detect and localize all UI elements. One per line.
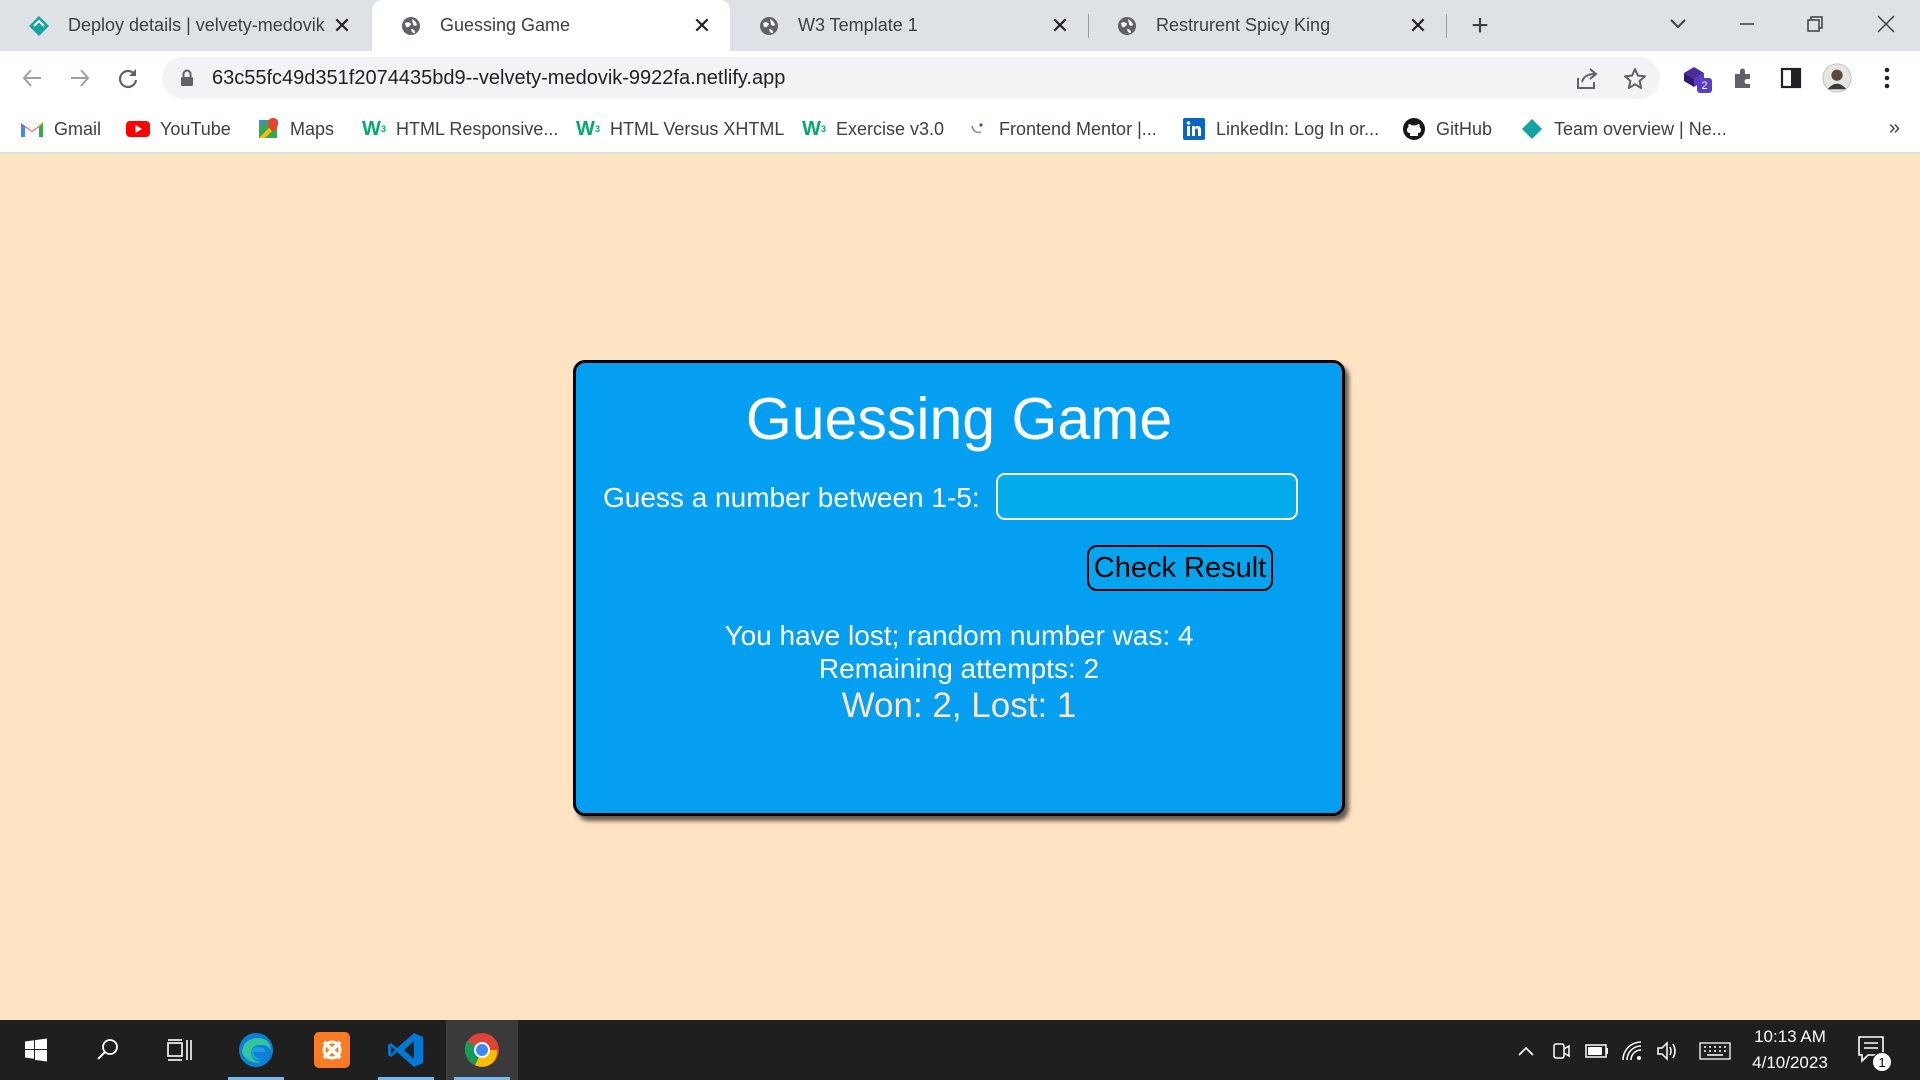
score-message: Won: 2, Lost: 1 xyxy=(841,686,1077,725)
check-result-button[interactable]: Check Result xyxy=(1087,545,1273,591)
bookmark-linkedin[interactable]: LinkedIn: Log In or... xyxy=(1182,116,1379,142)
xampp-icon[interactable] xyxy=(296,1020,368,1080)
bookmark-star-icon[interactable] xyxy=(1622,66,1648,92)
tab-guessing-game[interactable]: Guessing Game ✕ xyxy=(372,0,730,51)
bookmark-label: Gmail xyxy=(54,118,102,139)
page-content: Guessing Game Guess a number between 1-5… xyxy=(0,154,1920,1020)
bookmark-label: Maps xyxy=(290,118,335,139)
bookmark-label: Frontend Mentor |... xyxy=(999,118,1157,139)
bookmark-label: GitHub xyxy=(1436,118,1493,139)
guess-input[interactable] xyxy=(996,473,1298,520)
remaining-attempts-message: Remaining attempts: 2 xyxy=(818,653,1100,684)
bookmark-label: YouTube xyxy=(160,118,231,139)
meet-now-icon[interactable] xyxy=(1548,1038,1574,1064)
bookmark-label: Exercise v3.0 xyxy=(836,118,945,139)
kebab-menu-icon[interactable] xyxy=(1872,63,1902,93)
bookmark-github[interactable]: GitHub xyxy=(1402,116,1492,142)
globe-icon xyxy=(758,15,780,37)
globe-icon xyxy=(400,15,422,37)
share-icon[interactable] xyxy=(1574,66,1600,92)
profile-avatar[interactable] xyxy=(1822,63,1852,93)
globe-icon xyxy=(1116,15,1138,37)
game-title: Guessing Game xyxy=(745,386,1173,452)
edge-icon[interactable] xyxy=(220,1020,292,1080)
github-icon xyxy=(1402,117,1426,141)
bookmark-gmail[interactable]: Gmail xyxy=(20,116,101,142)
bookmark-label: LinkedIn: Log In or... xyxy=(1216,118,1380,139)
bookmark-label: HTML Versus XHTML xyxy=(610,118,785,139)
new-tab-button[interactable]: + xyxy=(1466,9,1494,42)
minimize-icon[interactable] xyxy=(1727,6,1767,42)
w3schools-icon: W3 xyxy=(362,117,386,140)
bookmarks-overflow-icon[interactable]: » xyxy=(1889,117,1900,140)
forward-arrow-icon[interactable] xyxy=(63,61,97,95)
extension-gem-icon[interactable]: 2 xyxy=(1680,63,1712,93)
notification-count-badge: 1 xyxy=(1872,1052,1892,1072)
linkedin-icon xyxy=(1182,117,1206,141)
bookmark-youtube[interactable]: YouTube xyxy=(126,116,231,142)
bookmark-team-overview[interactable]: Team overview | Ne... xyxy=(1520,116,1727,142)
tab-strip: Deploy details | velvety-medovik ✕ Guess… xyxy=(0,0,1920,51)
tab-deploy-details[interactable]: Deploy details | velvety-medovik ✕ xyxy=(0,0,370,51)
battery-icon[interactable] xyxy=(1584,1038,1610,1064)
lock-icon[interactable] xyxy=(180,69,194,92)
show-hidden-icons-chevron-icon[interactable] xyxy=(1513,1038,1539,1064)
tab-separator xyxy=(1446,14,1447,38)
close-icon[interactable]: ✕ xyxy=(330,13,354,38)
tab-search-chevron-icon[interactable] xyxy=(1658,6,1698,42)
tab-title: W3 Template 1 xyxy=(798,15,918,35)
bookmark-maps[interactable]: Maps xyxy=(256,116,334,142)
bookmark-html-responsive[interactable]: W3 HTML Responsive... xyxy=(362,116,558,142)
url-text[interactable]: 63c55fc49d351f2074435bd9--velvety-medovi… xyxy=(212,67,785,90)
tab-w3-template[interactable]: W3 Template 1 ✕ xyxy=(730,0,1088,51)
w3schools-icon: W3 xyxy=(802,117,826,140)
maps-icon xyxy=(256,117,280,141)
address-bar[interactable]: 63c55fc49d351f2074435bd9--velvety-medovi… xyxy=(162,57,1660,99)
back-arrow-icon[interactable] xyxy=(15,61,49,95)
chrome-icon[interactable] xyxy=(446,1020,518,1080)
keyboard-icon[interactable] xyxy=(1698,1038,1732,1064)
close-icon[interactable]: ✕ xyxy=(1406,13,1430,38)
volume-icon[interactable] xyxy=(1655,1038,1681,1064)
tab-title: Deploy details | velvety-medovik xyxy=(68,15,325,35)
vscode-icon[interactable] xyxy=(370,1020,442,1080)
close-icon[interactable]: ✕ xyxy=(690,13,714,38)
bookmark-label: HTML Responsive... xyxy=(396,118,559,139)
search-icon[interactable] xyxy=(72,1020,144,1080)
clock-time: 10:13 AM xyxy=(1754,1027,1826,1046)
guess-prompt-label: Guess a number between 1-5: xyxy=(603,482,980,513)
bookmark-frontend-mentor[interactable]: Frontend Mentor |... xyxy=(965,116,1157,142)
gmail-icon xyxy=(20,117,44,141)
extension-badge: 2 xyxy=(1697,78,1712,93)
w3schools-icon: W3 xyxy=(576,117,600,140)
tab-restrurent-spicy-king[interactable]: Restrurent Spicy King ✕ xyxy=(1088,0,1446,51)
result-message: You have lost; random number was: 4 xyxy=(724,620,1194,651)
bookmark-label: Team overview | Ne... xyxy=(1554,118,1727,139)
youtube-icon xyxy=(126,117,150,141)
bookmark-exercise[interactable]: W3 Exercise v3.0 xyxy=(802,116,944,142)
browser-toolbar: 63c55fc49d351f2074435bd9--velvety-medovi… xyxy=(0,51,1920,105)
restore-icon[interactable] xyxy=(1795,6,1835,42)
frontend-mentor-icon xyxy=(965,117,989,141)
start-icon[interactable] xyxy=(0,1020,72,1080)
clock-date: 4/10/2023 xyxy=(1752,1053,1828,1072)
windows-taskbar: 10:13 AM 4/10/2023 xyxy=(0,1020,1920,1080)
tab-title: Guessing Game xyxy=(440,15,571,35)
game-card: Guessing Game Guess a number between 1-5… xyxy=(573,360,1345,816)
reload-icon[interactable] xyxy=(111,61,145,95)
bookmarks-bar: Gmail YouTube Maps W3 HTML Responsive...… xyxy=(0,105,1920,153)
tab-title: Restrurent Spicy King xyxy=(1156,15,1331,35)
window-close-icon[interactable] xyxy=(1866,6,1906,42)
system-clock[interactable]: 10:13 AM 4/10/2023 xyxy=(1740,1024,1840,1076)
side-panel-icon[interactable] xyxy=(1776,63,1806,93)
bookmark-html-versus-xhtml[interactable]: W3 HTML Versus XHTML xyxy=(576,116,784,142)
netlify-icon xyxy=(28,15,50,37)
netlify-icon xyxy=(1520,117,1544,141)
extensions-puzzle-icon[interactable] xyxy=(1728,63,1758,93)
close-icon[interactable]: ✕ xyxy=(1048,13,1072,38)
task-view-icon[interactable] xyxy=(144,1020,216,1080)
wifi-icon[interactable] xyxy=(1620,1038,1646,1064)
